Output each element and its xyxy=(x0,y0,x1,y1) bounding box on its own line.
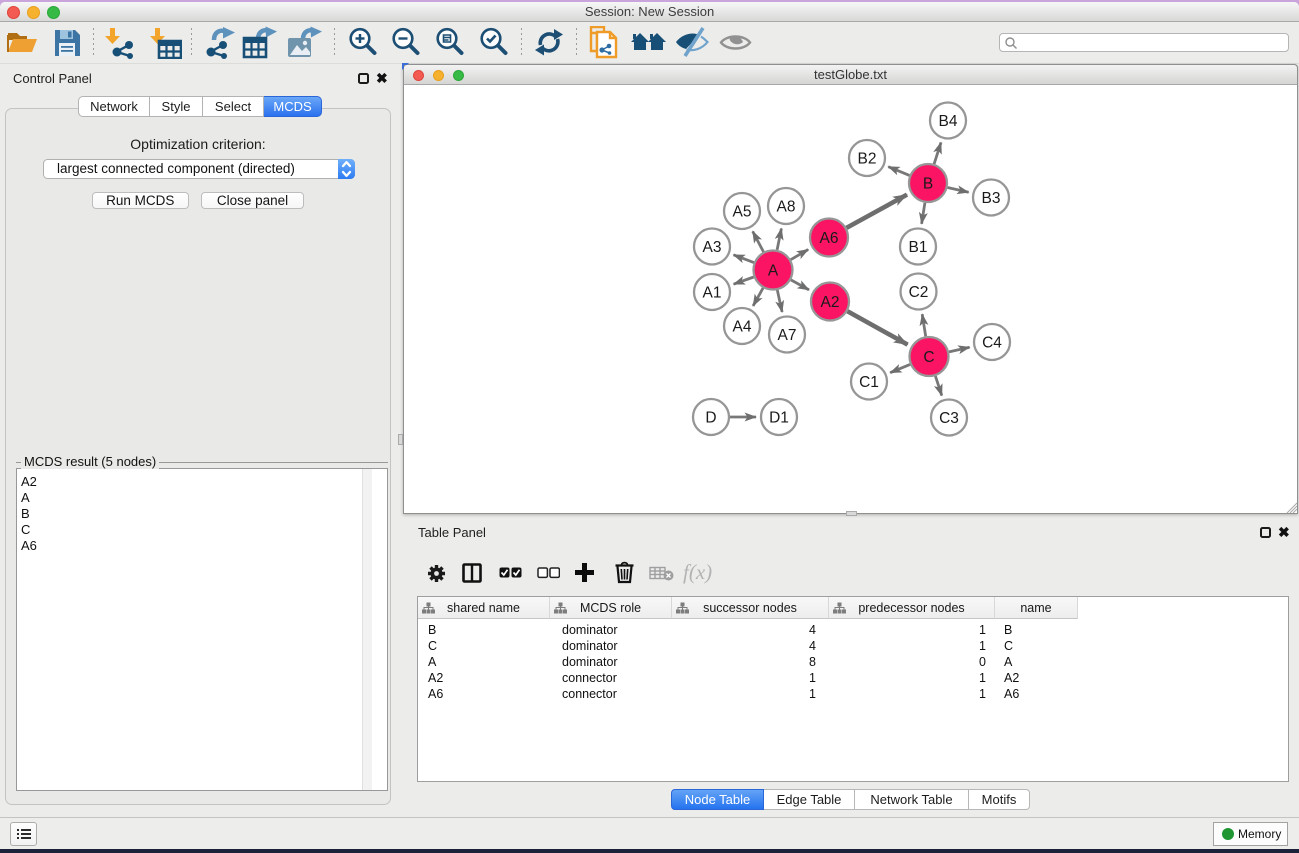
svg-text:A5: A5 xyxy=(733,204,752,221)
svg-text:A7: A7 xyxy=(778,327,797,344)
svg-text:C2: C2 xyxy=(909,284,929,301)
svg-text:B3: B3 xyxy=(982,190,1001,207)
svg-text:A3: A3 xyxy=(703,239,722,256)
svg-text:D1: D1 xyxy=(769,410,789,427)
svg-text:C1: C1 xyxy=(859,374,879,391)
svg-text:A4: A4 xyxy=(733,319,752,336)
svg-text:A6: A6 xyxy=(820,230,839,247)
svg-text:B4: B4 xyxy=(939,113,958,130)
svg-text:A2: A2 xyxy=(821,294,840,311)
svg-text:D: D xyxy=(705,410,716,427)
svg-text:B1: B1 xyxy=(909,239,928,256)
svg-text:A: A xyxy=(768,263,779,280)
svg-text:C: C xyxy=(923,349,934,366)
svg-text:B: B xyxy=(923,176,933,193)
svg-text:C3: C3 xyxy=(939,410,959,427)
svg-text:C4: C4 xyxy=(982,335,1002,352)
svg-text:B2: B2 xyxy=(858,151,877,168)
svg-text:A1: A1 xyxy=(703,285,722,302)
svg-text:A8: A8 xyxy=(777,199,796,216)
